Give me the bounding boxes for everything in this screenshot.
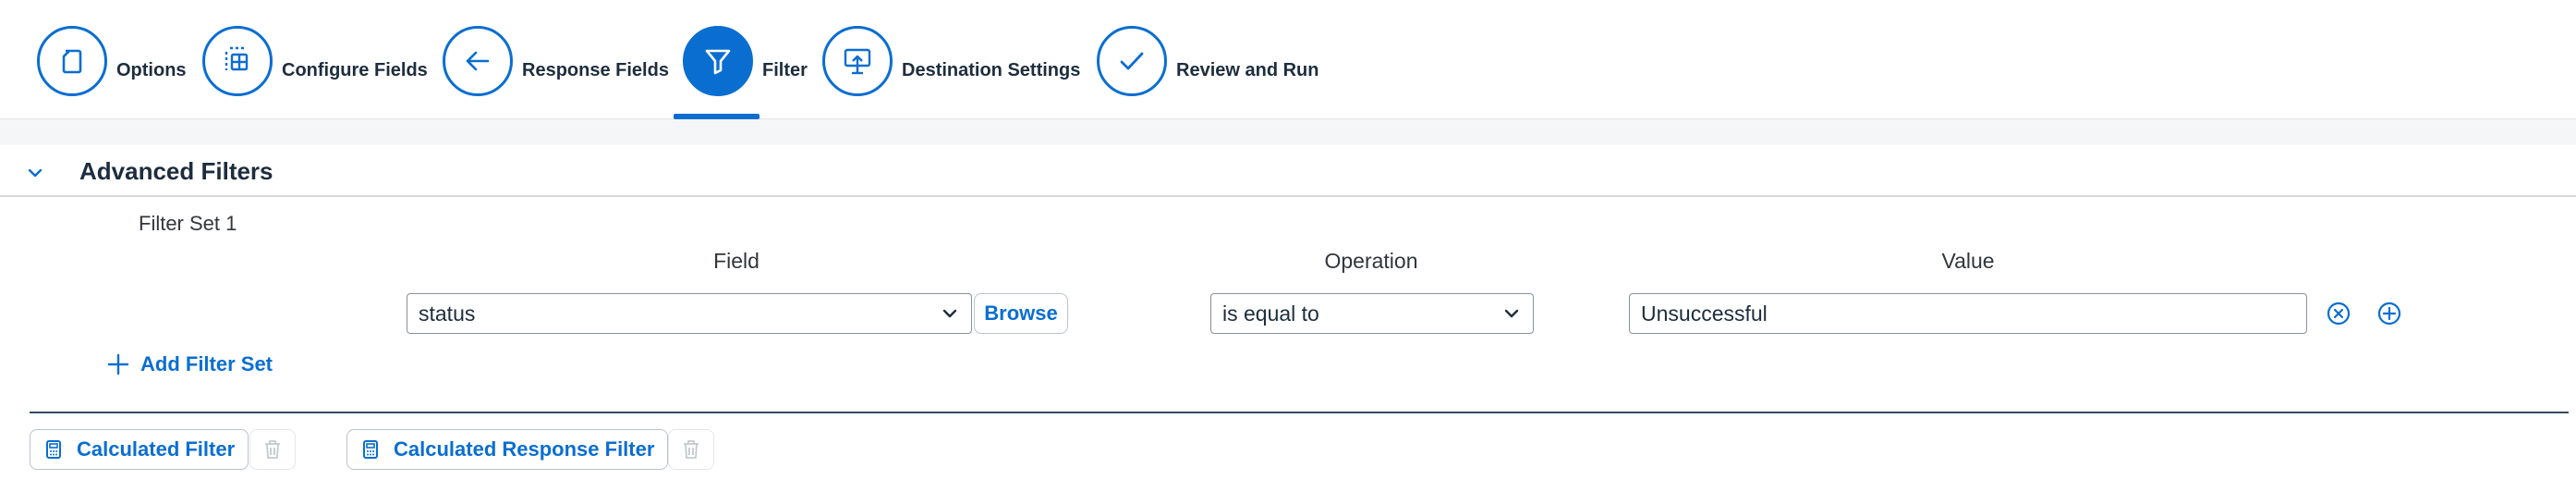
chevron-down-icon [1504, 309, 1519, 318]
trash-icon [684, 440, 699, 459]
calculated-filter-button[interactable]: Calculated Filter [30, 429, 249, 470]
step-options[interactable]: Options [37, 24, 187, 96]
calculator-icon [363, 440, 378, 459]
step-filter[interactable]: Filter [683, 24, 808, 96]
column-header-value: Value [1941, 249, 1995, 273]
operation-select[interactable]: is equal to [1210, 293, 1534, 334]
step-configure-fields[interactable]: Configure Fields [202, 24, 428, 96]
panel-title: Advanced Filters [79, 157, 273, 185]
step-response-fields[interactable]: Response Fields [443, 24, 669, 96]
wizard-header: Options Configure Fields Response Fields… [0, 0, 2576, 119]
step-label: Options [116, 60, 187, 80]
calculated-filter-label: Calculated Filter [77, 437, 236, 461]
browse-button[interactable]: Browse [974, 293, 1068, 334]
remove-filter-button[interactable] [2324, 299, 2353, 328]
value-input-text: Unsuccessful [1641, 301, 1768, 326]
remove-circle-icon [2327, 301, 2351, 326]
step-label: Destination Settings [902, 60, 1081, 80]
step-destination-settings[interactable]: Destination Settings [822, 24, 1080, 96]
collapse-button[interactable] [20, 158, 50, 188]
chevron-down-icon [28, 168, 43, 178]
operation-select-value: is equal to [1222, 301, 1319, 326]
add-filter-set-link[interactable]: Add Filter Set [107, 352, 273, 376]
advanced-filters-panel: Advanced Filters Filter Set 1 Field Oper… [0, 145, 2576, 492]
plus-icon [107, 353, 129, 375]
add-filter-button[interactable] [2375, 299, 2404, 328]
step-label: Review and Run [1176, 60, 1319, 80]
field-select[interactable]: status [407, 293, 972, 334]
section-divider [30, 412, 2569, 413]
add-filter-set-label: Add Filter Set [140, 352, 273, 375]
trash-icon [265, 440, 280, 459]
step-review-and-run[interactable]: Review and Run [1097, 24, 1318, 96]
table-grid-icon [202, 26, 273, 96]
chevron-down-icon [942, 309, 957, 318]
field-select-value: status [419, 301, 476, 326]
upload-board-icon [822, 26, 893, 96]
calculated-response-filter-label: Calculated Response Filter [394, 437, 655, 461]
document-icon [37, 26, 107, 96]
calculator-icon [46, 440, 61, 459]
value-input[interactable]: Unsuccessful [1629, 293, 2307, 334]
calculated-response-filter-button[interactable]: Calculated Response Filter [346, 429, 669, 470]
checkmark-icon [1097, 26, 1167, 96]
step-label: Filter [762, 60, 808, 80]
active-step-indicator [674, 114, 759, 119]
arrow-left-icon [443, 26, 513, 96]
column-header-field: Field [713, 249, 759, 273]
filter-set-title: Filter Set 1 [139, 212, 237, 235]
filter-icon [683, 26, 753, 96]
panel-header: Advanced Filters [0, 145, 2576, 197]
step-label: Configure Fields [282, 60, 428, 80]
delete-calculated-response-filter-button[interactable] [668, 429, 714, 470]
column-header-operation: Operation [1324, 249, 1418, 273]
step-label: Response Fields [522, 60, 669, 80]
delete-calculated-filter-button[interactable] [249, 429, 296, 470]
add-circle-icon [2377, 301, 2401, 326]
